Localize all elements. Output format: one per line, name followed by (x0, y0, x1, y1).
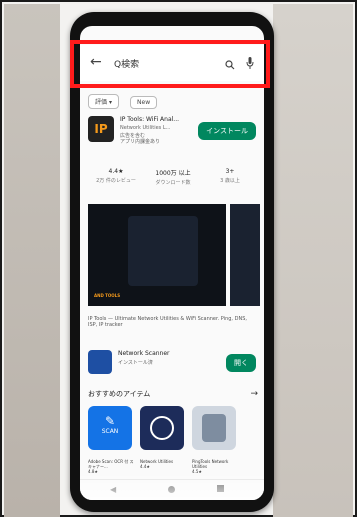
app-icon[interactable]: IP (88, 116, 114, 142)
nav-back-icon[interactable]: ◀ (110, 485, 116, 494)
rec-tile-adobe-scan[interactable]: ✎ SCAN (88, 406, 132, 450)
stat-rating-value: 4.4★ (108, 168, 124, 175)
app-iap-label: アプリ内課金あり (120, 139, 161, 145)
server-icon (202, 414, 226, 442)
stat-age-value: 3+ (225, 168, 235, 175)
scanner-name[interactable]: Network Scanner (118, 350, 170, 357)
filter-chips: 評価 ▾ New (88, 89, 163, 109)
nav-recent-icon[interactable] (217, 485, 224, 492)
android-nav-bar: ◀ (80, 479, 264, 500)
screenshot-tag: AND TOOLS (94, 293, 121, 298)
screenshot-secondary[interactable] (230, 204, 260, 306)
open-button[interactable]: 開く (226, 354, 256, 372)
background-left (4, 4, 60, 517)
rec-label-network-utilities: Network Utilities 4.4★ (140, 459, 188, 470)
rec-rating-network-utilities: 4.4★ (140, 463, 150, 469)
stat-age-label: 3 歳以上 (220, 178, 240, 184)
scan-tile-text: SCAN (101, 428, 119, 435)
stat-rating: 4.4★ 2万 件のレビュー (88, 168, 144, 184)
recommended-header: おすすめのアイテム → (88, 389, 258, 399)
background-right (273, 4, 353, 517)
rec-label-adobe-scan: Adobe Scan: OCR 付 スキャナー... 4.8★ (88, 459, 136, 474)
phone-screen: ← Q検索 評価 ▾ New IP IP Tools: WiFi Anal...… (80, 26, 264, 500)
app-description: IP Tools — Ultimate Network Utilities & … (88, 316, 247, 329)
stat-downloads: 1000万 以上 ダウンロード数 (145, 168, 201, 186)
network-scanner-icon (88, 350, 112, 374)
rec-tile-network-utilities[interactable] (140, 406, 184, 450)
photo-frame: ← Q検索 評価 ▾ New IP IP Tools: WiFi Anal...… (0, 0, 357, 517)
filter-new[interactable]: New (130, 96, 158, 109)
stat-age: 3+ 3 歳以上 (202, 168, 258, 184)
install-button[interactable]: インストール (198, 122, 256, 140)
app-result[interactable]: IP IP Tools: WiFi Anal... Network Utilit… (88, 116, 258, 166)
rec-name-pingtools: PingTools Network Utilities (192, 459, 229, 469)
filter-rating[interactable]: 評価 ▾ (88, 94, 119, 109)
chevron-down-icon: ▾ (108, 99, 112, 106)
rec-rating-pingtools: 4.5★ (192, 468, 202, 474)
app-developer: Network Utilities L... (120, 125, 171, 131)
rec-name-adobe-scan: Adobe Scan: OCR 付 スキャナー... (88, 459, 134, 469)
app-name[interactable]: IP Tools: WiFi Anal... (120, 116, 179, 123)
scan-icon: ✎ SCAN (88, 406, 132, 450)
highlight-box (70, 40, 270, 88)
nav-home-icon[interactable] (168, 486, 175, 493)
app-result-scanner[interactable]: Network Scanner インストール済 開く (88, 350, 258, 380)
arrow-right-icon[interactable]: → (250, 389, 258, 399)
app-stats: 4.4★ 2万 件のレビュー 1000万 以上 ダウンロード数 3+ 3 歳以上 (88, 168, 258, 204)
rec-label-pingtools: PingTools Network Utilities 4.5★ (192, 459, 240, 474)
stat-rating-label: 2万 件のレビュー (96, 178, 136, 184)
rec-tile-pingtools[interactable] (192, 406, 236, 450)
screenshot-main[interactable]: AND TOOLS (88, 204, 226, 306)
filter-rating-label: 評価 (95, 99, 108, 106)
globe-wrench-icon (150, 416, 174, 440)
stat-downloads-label: ダウンロード数 (155, 180, 191, 186)
stat-downloads-value: 1000万 以上 (155, 170, 191, 177)
rec-rating-adobe-scan: 4.8★ (88, 468, 98, 474)
recommended-title: おすすめのアイテム (88, 390, 151, 398)
screenshot-device (128, 216, 198, 286)
scanner-status: インストール済 (118, 360, 153, 366)
